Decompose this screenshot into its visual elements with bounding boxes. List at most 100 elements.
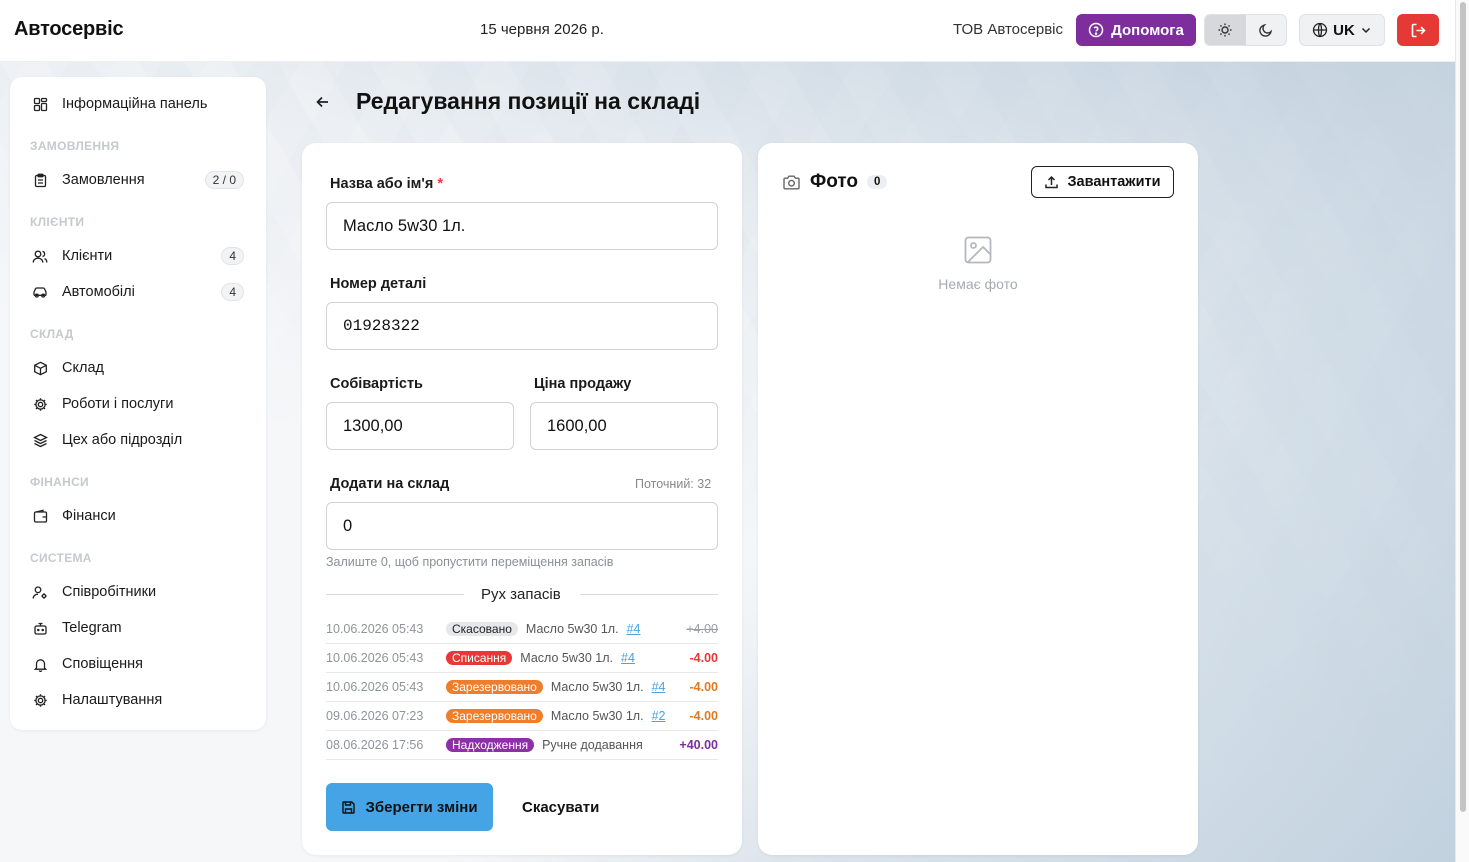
sidebar-item-dashboard[interactable]: Інформаційна панель: [32, 92, 244, 116]
logout-icon: [1411, 23, 1426, 37]
price-input[interactable]: 1600,00: [530, 402, 718, 450]
movement-row: 10.06.2026 05:43 Скасовано Масло 5w30 1л…: [326, 615, 718, 644]
movement-order-link[interactable]: #4: [652, 680, 666, 694]
gear-icon: [32, 396, 48, 412]
help-label: Допомога: [1111, 21, 1184, 39]
sidebar-item-workshop[interactable]: Цех або підрозділ: [32, 428, 244, 452]
cost-input[interactable]: 1300,00: [326, 402, 514, 450]
movement-row: 10.06.2026 05:43 Списання Масло 5w30 1л.…: [326, 644, 718, 673]
page-title: Редагування позиції на складі: [356, 88, 701, 114]
light-theme-button[interactable]: [1205, 15, 1246, 45]
scrollbar-thumb[interactable]: [1460, 2, 1466, 812]
sidebar-item-stock[interactable]: Склад: [32, 356, 244, 380]
upload-button[interactable]: Завантажити: [1031, 166, 1174, 198]
dark-theme-button[interactable]: [1246, 15, 1287, 45]
section-label-system: СИСТЕМА: [30, 551, 92, 565]
sidebar-item-orders[interactable]: Замовлення 2 / 0: [32, 168, 244, 192]
top-header: Автосервіс 15 червня 2026 р. ТОВ Автосер…: [0, 0, 1455, 62]
sidebar-item-label: Налаштування: [62, 692, 163, 708]
price-label: Ціна продажу: [534, 376, 632, 392]
name-input[interactable]: Масло 5w30 1л.: [326, 202, 718, 250]
upload-label: Завантажити: [1067, 174, 1161, 190]
image-placeholder-icon: [964, 236, 992, 264]
movement-date: 10.06.2026 05:43: [326, 680, 424, 694]
photo-header: Фото 0: [782, 171, 888, 193]
back-arrow-icon[interactable]: [314, 93, 332, 111]
theme-toggle: [1204, 14, 1287, 46]
box-icon: [32, 360, 48, 376]
movement-type-badge: Зарезервовано: [446, 709, 543, 723]
help-circle-icon: [1088, 22, 1104, 38]
movement-date: 09.06.2026 07:23: [326, 709, 424, 723]
dashboard-icon: [32, 96, 48, 112]
part-number-input[interactable]: 01928322: [326, 302, 718, 350]
wallet-icon: [32, 508, 48, 524]
movement-date: 10.06.2026 05:43: [326, 622, 424, 636]
movement-order-link[interactable]: #2: [652, 709, 666, 723]
movement-type-badge: Списання: [446, 651, 513, 665]
orders-count-badge: 2 / 0: [204, 171, 244, 189]
scrollbar[interactable]: [1455, 0, 1469, 862]
name-label: Назва або ім'я *: [330, 176, 443, 192]
movement-item-name: Масло 5w30 1л.: [525, 622, 619, 636]
floppy-disk-icon: [342, 800, 356, 814]
layers-icon: [32, 432, 48, 448]
clients-count-badge: 4: [221, 247, 244, 265]
user-cog-icon: [32, 584, 48, 600]
sidebar-item-label: Telegram: [62, 620, 122, 636]
logout-button[interactable]: [1397, 14, 1439, 46]
section-label-finance: ФІНАНСИ: [30, 475, 89, 489]
cost-label: Собівартість: [330, 376, 423, 392]
bell-icon: [32, 656, 48, 672]
company-name: ТОВ Автосервіс: [953, 21, 1064, 38]
sidebar-item-settings[interactable]: Налаштування: [32, 688, 244, 712]
movement-type-badge: Скасовано: [446, 622, 518, 636]
movement-amount: -4.00: [689, 651, 719, 665]
movement-date: 10.06.2026 05:43: [326, 651, 424, 665]
globe-icon: [1313, 22, 1328, 38]
movement-row: 10.06.2026 05:43 Зарезервовано Масло 5w3…: [326, 673, 718, 702]
language-label: UK: [1333, 21, 1355, 39]
photo-title: Фото: [810, 171, 859, 192]
car-icon: [32, 284, 48, 300]
sidebar-item-notifications[interactable]: Сповіщення: [32, 652, 244, 676]
chevron-down-icon: [1361, 27, 1370, 34]
cancel-button[interactable]: Скасувати: [522, 799, 599, 816]
movement-order-link[interactable]: #4: [621, 651, 635, 665]
required-marker: *: [437, 176, 443, 192]
divider: [326, 594, 464, 595]
sidebar-item-employees[interactable]: Співробітники: [32, 580, 244, 604]
sidebar-item-telegram[interactable]: Telegram: [32, 616, 244, 640]
sidebar-item-label: Склад: [62, 360, 104, 376]
section-label-stock: СКЛАД: [30, 327, 74, 341]
language-selector[interactable]: UK: [1299, 14, 1385, 46]
moon-icon: [1258, 23, 1272, 37]
sidebar-item-label: Сповіщення: [62, 656, 144, 672]
help-button[interactable]: Допомога: [1076, 14, 1196, 46]
clipboard-icon: [32, 172, 48, 188]
name-label-text: Назва або ім'я: [330, 176, 434, 192]
movement-order-link[interactable]: #4: [627, 622, 641, 636]
movement-item-name: Масло 5w30 1л.: [550, 709, 644, 723]
sidebar-item-services[interactable]: Роботи і послуги: [32, 392, 244, 416]
sidebar-item-label: Інформаційна панель: [62, 96, 208, 112]
sidebar-item-label: Співробітники: [62, 584, 157, 600]
movement-amount: -4.00: [689, 709, 719, 723]
movement-row: 08.06.2026 17:56 Надходження Ручне додав…: [326, 731, 718, 760]
sidebar-item-label: Роботи і послуги: [62, 396, 174, 412]
movements-title: Рух запасів: [481, 586, 561, 603]
save-button[interactable]: Зберегти зміни: [326, 783, 493, 831]
bot-icon: [32, 620, 48, 636]
current-stock: Поточний: 32: [635, 477, 712, 491]
sidebar-item-cars[interactable]: Автомобілі 4: [32, 280, 244, 304]
add-stock-input[interactable]: 0: [326, 502, 718, 550]
sidebar-item-finance[interactable]: Фінанси: [32, 504, 244, 528]
sidebar-item-clients[interactable]: Клієнти 4: [32, 244, 244, 268]
divider: [580, 594, 718, 595]
sun-icon: [1218, 23, 1232, 37]
movement-type-badge: Надходження: [446, 738, 535, 752]
movement-row: 09.06.2026 07:23 Зарезервовано Масло 5w3…: [326, 702, 718, 731]
sidebar: Інформаційна панель ЗАМОВЛЕННЯ Замовленн…: [10, 77, 266, 730]
brand-logo[interactable]: Автосервіс: [14, 18, 124, 41]
add-stock-label: Додати на склад: [330, 476, 450, 492]
